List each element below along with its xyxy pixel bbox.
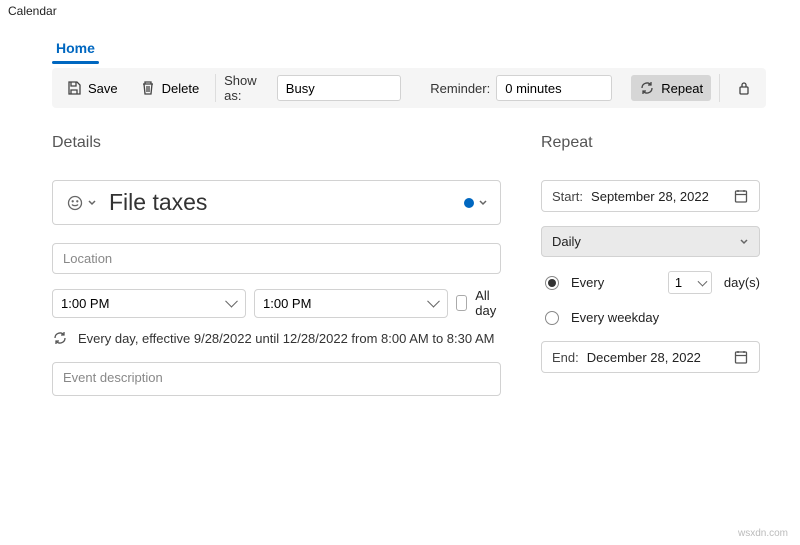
details-panel: Details All day Every day, effective 9/2… [52, 134, 501, 413]
reminder-input[interactable] [496, 75, 612, 101]
divider [215, 74, 216, 102]
show-as-label: Show as: [224, 73, 271, 103]
every-weekday-label: Every weekday [571, 310, 659, 325]
start-label: Start: [552, 189, 583, 204]
recurrence-text: Every day, effective 9/28/2022 until 12/… [78, 330, 495, 348]
location-input[interactable] [52, 243, 501, 274]
event-title-box [52, 180, 501, 225]
description-input[interactable] [52, 362, 501, 396]
repeat-icon [639, 80, 655, 96]
end-label: End: [552, 350, 579, 365]
lock-icon [736, 80, 752, 96]
toolbar: Save Delete Show as: Reminder: Repeat [52, 68, 766, 108]
calendar-color-picker[interactable] [464, 198, 488, 208]
chevron-down-icon [739, 237, 749, 247]
tab-bar: Home [0, 22, 800, 62]
color-dot-icon [464, 198, 474, 208]
emoji-picker-button[interactable] [65, 193, 99, 213]
every-n-days-row: Every day(s) [545, 271, 760, 294]
repeat-label: Repeat [661, 81, 703, 96]
show-as-input[interactable] [277, 75, 401, 101]
every-weekday-row: Every weekday [545, 310, 760, 325]
repeat-end-field[interactable]: End: December 28, 2022 [541, 341, 760, 373]
watermark: wsxdn.com [738, 528, 788, 539]
calendar-icon [733, 188, 749, 204]
every-radio[interactable] [545, 276, 559, 290]
save-label: Save [88, 81, 118, 96]
repeat-start-field[interactable]: Start: September 28, 2022 [541, 180, 760, 212]
smiley-icon [67, 195, 83, 211]
chevron-down-icon [87, 198, 97, 208]
every-label: Every [571, 275, 604, 290]
frequency-value: Daily [552, 234, 581, 249]
time-row: All day [52, 288, 501, 318]
delete-button[interactable]: Delete [132, 75, 208, 101]
save-button[interactable]: Save [58, 75, 126, 101]
private-button[interactable] [728, 75, 760, 101]
save-icon [66, 80, 82, 96]
every-count-input[interactable] [668, 271, 712, 294]
delete-label: Delete [162, 81, 200, 96]
chevron-down-icon [478, 198, 488, 208]
every-unit-label: day(s) [724, 275, 760, 290]
start-value: September 28, 2022 [591, 189, 709, 204]
end-value: December 28, 2022 [587, 350, 701, 365]
window-title: Calendar [0, 0, 800, 22]
reminder-label: Reminder: [430, 81, 490, 96]
repeat-icon [52, 330, 68, 346]
repeat-heading: Repeat [541, 134, 760, 152]
recurrence-summary: Every day, effective 9/28/2022 until 12/… [52, 330, 501, 348]
details-heading: Details [52, 134, 501, 152]
event-title-input[interactable] [109, 189, 454, 216]
start-time-select[interactable] [52, 289, 246, 318]
trash-icon [140, 80, 156, 96]
repeat-button[interactable]: Repeat [631, 75, 711, 101]
divider [719, 74, 720, 102]
every-weekday-radio[interactable] [545, 311, 559, 325]
all-day-checkbox[interactable] [456, 295, 467, 311]
end-time-select[interactable] [254, 289, 448, 318]
frequency-select[interactable]: Daily [541, 226, 760, 257]
tab-home[interactable]: Home [52, 36, 99, 62]
calendar-icon [733, 349, 749, 365]
all-day-label: All day [475, 288, 501, 318]
repeat-panel: Repeat Start: September 28, 2022 Daily E… [541, 134, 760, 413]
